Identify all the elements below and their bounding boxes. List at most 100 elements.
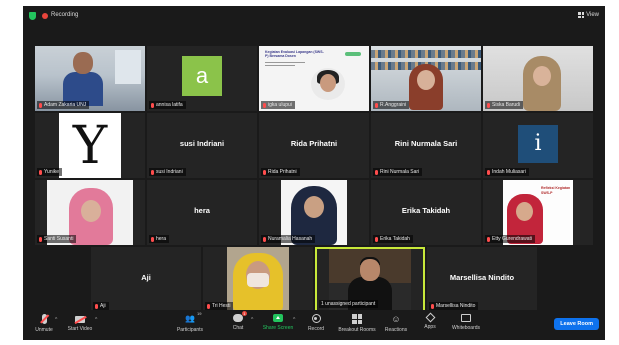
participant-tile[interactable]: Santi Susanti bbox=[35, 180, 145, 245]
breakout-rooms-icon bbox=[352, 314, 362, 324]
participant-display-name: Rida Prihatni bbox=[290, 139, 338, 148]
participant-name-tag: Etty Gurendrawati bbox=[485, 235, 536, 243]
participant-tile[interactable]: i Indah Muliasari bbox=[483, 113, 593, 178]
participant-name-tag: R.Anggraini bbox=[373, 101, 410, 109]
record-button[interactable]: Record bbox=[299, 314, 333, 332]
participant-tile[interactable]: Erika Takidah Erika Takidah bbox=[371, 180, 481, 245]
participant-tile[interactable]: a annisa latifa bbox=[147, 46, 257, 111]
muted-mic-icon bbox=[95, 303, 98, 309]
start-video-button[interactable]: Start Video bbox=[63, 314, 97, 332]
whiteboards-button[interactable]: Whiteboards bbox=[449, 314, 483, 331]
muted-mic-icon bbox=[375, 236, 378, 242]
zoom-meeting-window: Recording View Adam Zakaria UNJ a annisa… bbox=[23, 6, 605, 340]
muted-mic-icon bbox=[487, 236, 490, 242]
poster-text: Refleksi Kegiatan SWS-P bbox=[541, 186, 571, 195]
participant-display-name: Aji bbox=[141, 273, 151, 282]
participant-tile[interactable]: Rida Prihatni Rida Prihatni bbox=[259, 113, 369, 178]
muted-mic-icon bbox=[39, 102, 42, 108]
share-screen-icon bbox=[273, 314, 283, 322]
participant-tile[interactable]: susi Indriani susi Indriani bbox=[147, 113, 257, 178]
participant-name-tag: Tri Hesti bbox=[205, 302, 234, 310]
meeting-toolbar: Unmute ^ Start Video ^ 👥 19 Participants … bbox=[23, 310, 605, 340]
view-label: View bbox=[586, 12, 599, 18]
participant-tile[interactable]: Tri Hesti bbox=[203, 247, 313, 312]
breakout-rooms-button[interactable]: Breakout Rooms bbox=[337, 314, 377, 333]
participant-video bbox=[227, 247, 289, 312]
participant-tile[interactable]: Siska Barudi bbox=[483, 46, 593, 111]
participant-tile[interactable]: Nuramalia Hasanah bbox=[259, 180, 369, 245]
participant-display-name: hera bbox=[194, 206, 210, 215]
muted-mic-icon bbox=[263, 236, 266, 242]
muted-mic-icon bbox=[375, 169, 378, 175]
participant-name-tag: hera bbox=[149, 235, 170, 243]
chevron-up-icon[interactable]: ^ bbox=[251, 317, 253, 323]
muted-mic-icon bbox=[263, 102, 266, 108]
muted-mic-icon bbox=[39, 169, 42, 175]
participant-display-name: Marsellisa Nindito bbox=[449, 273, 515, 282]
participant-name-tag: Indah Muliasari bbox=[485, 168, 529, 176]
participant-tile[interactable]: Aji Aji bbox=[91, 247, 201, 312]
participants-button[interactable]: 👥 19 Participants bbox=[173, 311, 207, 333]
participants-icon: 👥 19 bbox=[185, 311, 202, 323]
leave-room-button[interactable]: Leave Room bbox=[554, 318, 599, 330]
participant-tile[interactable]: Rini Nurmala Sari Rini Nurmala Sari bbox=[371, 113, 481, 178]
muted-mic-icon bbox=[207, 303, 210, 309]
avatar: i bbox=[518, 125, 558, 163]
slide-title: Kegiatan Evaluasi Lapangan (SWS-P) Bersa… bbox=[265, 50, 324, 58]
participant-name-tag: Adam Zakaria UNJ bbox=[37, 101, 90, 109]
top-bar: Recording View bbox=[23, 6, 605, 26]
participant-tile[interactable]: Kegiatan Evaluasi Lapangan (SWS-P) Bersa… bbox=[259, 46, 369, 111]
record-icon bbox=[311, 314, 321, 323]
reactions-button[interactable]: ☺ Reactions bbox=[379, 314, 413, 333]
chat-icon: 1 bbox=[233, 311, 247, 322]
participant-tile[interactable]: Refleksi Kegiatan SWS-P Etty Gurendrawat… bbox=[483, 180, 593, 245]
chevron-up-icon[interactable]: ^ bbox=[293, 317, 295, 323]
participant-picture: Y bbox=[59, 113, 121, 178]
participant-name-tag: Erika Takidah bbox=[373, 235, 413, 243]
participant-name-tag: Rida Prihatni bbox=[261, 168, 300, 176]
chevron-up-icon[interactable]: ^ bbox=[55, 317, 57, 323]
recording-icon bbox=[42, 13, 48, 19]
participant-tile[interactable]: Adam Zakaria UNJ bbox=[35, 46, 145, 111]
participant-tile[interactable]: Marsellisa Nindito Marsellisa Nindito bbox=[427, 247, 537, 312]
muted-mic-icon bbox=[151, 169, 154, 175]
microphone-off-icon bbox=[41, 314, 47, 324]
participant-name-tag: Nuramalia Hasanah bbox=[261, 235, 316, 243]
participant-tile[interactable]: hera hera bbox=[147, 180, 257, 245]
muted-mic-icon bbox=[431, 303, 434, 309]
participant-display-name: Erika Takidah bbox=[401, 206, 451, 215]
muted-mic-icon bbox=[263, 169, 266, 175]
participant-display-name: Rini Nurmala Sari bbox=[394, 139, 458, 148]
chat-button[interactable]: 1 Chat bbox=[221, 311, 255, 331]
reactions-icon: ☺ bbox=[391, 314, 401, 324]
view-button[interactable]: View bbox=[578, 12, 599, 18]
participant-display-name: susi Indriani bbox=[179, 139, 225, 148]
participant-name-tag: Yunike bbox=[37, 168, 63, 176]
muted-mic-icon bbox=[375, 102, 378, 108]
muted-mic-icon bbox=[487, 102, 490, 108]
participant-name-tag: Rini Nurmala Sari bbox=[373, 168, 423, 176]
chevron-up-icon[interactable]: ^ bbox=[95, 317, 97, 323]
participant-name-tag: Marsellisa Nindito bbox=[429, 302, 479, 310]
muted-mic-icon bbox=[151, 102, 154, 108]
share-screen-button[interactable]: Share Screen bbox=[261, 314, 295, 331]
avatar: a bbox=[182, 56, 222, 96]
security-shield-icon[interactable] bbox=[29, 12, 36, 20]
participant-name-tag: Aji bbox=[93, 302, 109, 310]
participant-name-tag: igka ulupui bbox=[261, 101, 295, 109]
whiteboard-icon bbox=[461, 314, 471, 322]
participant-name-tag: susi Indriani bbox=[149, 168, 186, 176]
muted-mic-icon bbox=[487, 169, 490, 175]
participant-name-tag: annisa latifa bbox=[149, 101, 186, 109]
recording-label: Recording bbox=[51, 12, 79, 18]
active-speaker-tile[interactable]: 1 unassigned participant bbox=[315, 247, 425, 312]
participant-tile[interactable]: R.Anggraini bbox=[371, 46, 481, 111]
video-off-icon bbox=[75, 316, 85, 323]
apps-button[interactable]: Apps bbox=[413, 312, 447, 330]
grid-view-icon bbox=[578, 12, 585, 18]
participant-name-tag: Santi Susanti bbox=[37, 235, 77, 243]
participant-name-tag: 1 unassigned participant bbox=[319, 300, 379, 308]
participant-name-tag: Siska Barudi bbox=[485, 101, 524, 109]
muted-mic-icon bbox=[151, 236, 154, 242]
participant-tile[interactable]: Y Yunike bbox=[35, 113, 145, 178]
